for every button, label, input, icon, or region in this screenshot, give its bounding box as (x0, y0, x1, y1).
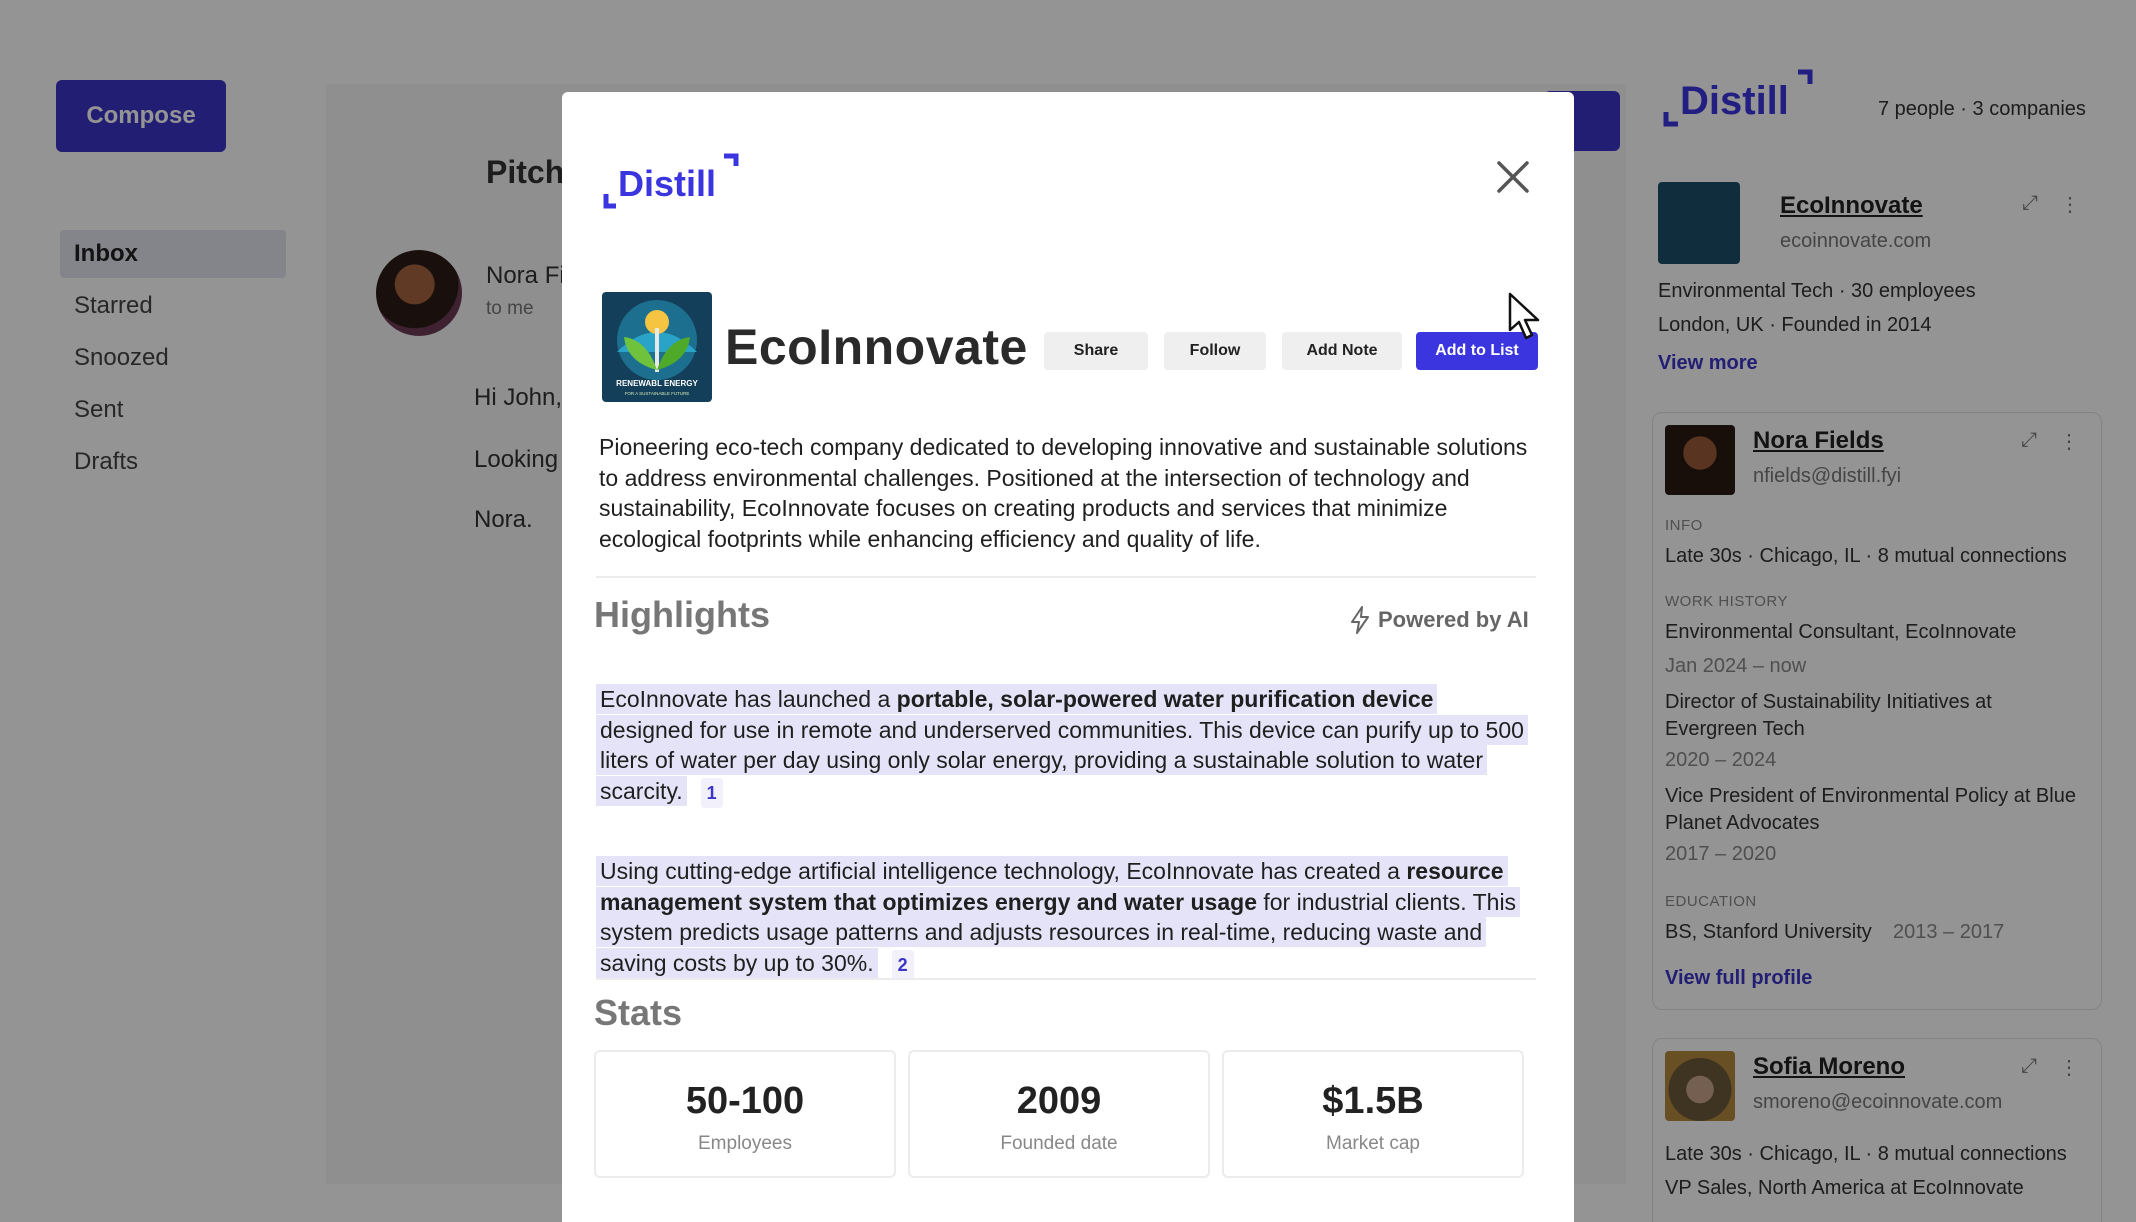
stat-card-market-cap: $1.5B Market cap (1222, 1050, 1524, 1178)
powered-by-ai-label: Powered by AI (1378, 607, 1529, 632)
divider (596, 576, 1536, 578)
divider (596, 978, 1536, 980)
citation-link[interactable]: 2 (891, 949, 914, 980)
stat-card-employees: 50-100 Employees (594, 1050, 896, 1178)
company-description: Pioneering eco-tech company dedicated to… (599, 434, 1528, 552)
share-button[interactable]: Share (1044, 332, 1148, 370)
highlights-title: Highlights (594, 594, 770, 635)
company-logo: RENEWABL ENERGY FOR A SUSTAINABLE FUTURE (602, 292, 712, 402)
company-name: EcoInnovate (725, 319, 1028, 375)
stats-title: Stats (594, 992, 683, 1033)
highlight-item: EcoInnovate has launched a portable, sol… (596, 684, 1528, 808)
highlight-text: designed for use in remote and underserv… (600, 716, 1524, 804)
highlight-text: EcoInnovate has launched a (600, 686, 897, 712)
follow-button[interactable]: Follow (1164, 332, 1266, 370)
company-modal: Distill RENEWABL ENERGY FOR A SUSTAINABL… (562, 92, 1574, 1222)
stat-label: Employees (698, 1133, 792, 1154)
powered-by-ai-badge: Powered by AI (1350, 606, 1529, 634)
stat-value: 50-100 (685, 1080, 805, 1122)
mouse-cursor-icon (1508, 292, 1548, 347)
stat-card-founded: 2009 Founded date (908, 1050, 1210, 1178)
close-button[interactable] (1490, 154, 1536, 200)
stat-label: Market cap (1326, 1133, 1420, 1154)
close-icon (1497, 161, 1529, 193)
distill-logo: Distill (602, 152, 752, 217)
highlight-text: Using cutting-edge artificial intelligen… (600, 858, 1407, 884)
company-logo-subtext: FOR A SUSTAINABLE FUTURE (625, 391, 690, 396)
highlight-item: Using cutting-edge artificial intelligen… (596, 856, 1526, 980)
citation-link[interactable]: 1 (700, 777, 723, 808)
lightning-icon (1351, 606, 1369, 634)
stat-label: Founded date (1000, 1133, 1118, 1154)
stat-value: 2009 (1016, 1080, 1102, 1122)
stat-value: $1.5B (1322, 1080, 1424, 1122)
distill-logo-text: Distill (618, 163, 716, 204)
highlight-bold: portable, solar-powered water purificati… (896, 686, 1434, 712)
company-logo-text: RENEWABL ENERGY (616, 379, 698, 388)
add-note-button[interactable]: Add Note (1282, 332, 1402, 370)
